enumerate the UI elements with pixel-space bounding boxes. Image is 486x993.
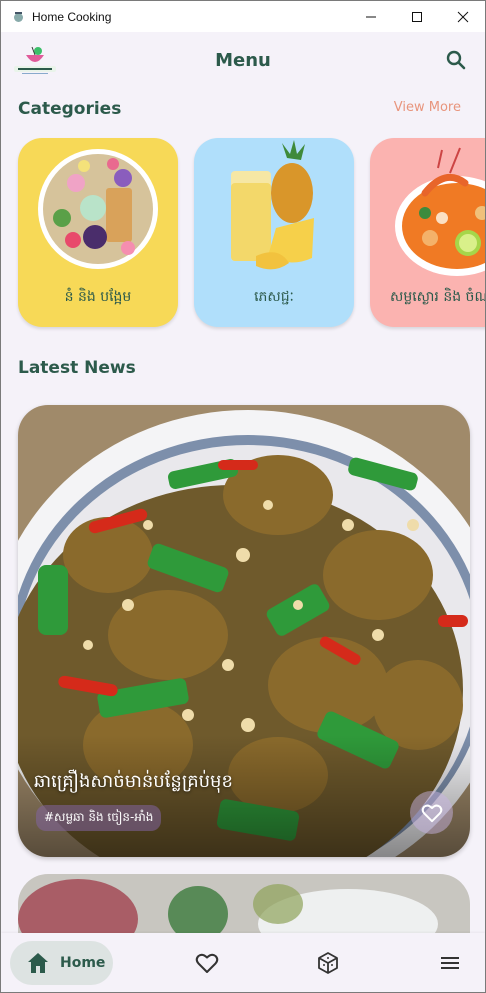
category-card-soups[interactable]: សម្លស្ងោរ និង ចំណ xyxy=(370,138,486,327)
category-label: សម្លស្ងោរ និង ចំណ xyxy=(390,289,486,305)
favorite-button[interactable] xyxy=(410,791,453,834)
nav-home-label: Home xyxy=(60,955,106,971)
categories-heading: Categories xyxy=(18,99,122,119)
page-title: Menu xyxy=(215,50,271,71)
close-button[interactable] xyxy=(440,1,485,32)
app-bar: Menu xyxy=(1,32,485,90)
news-tag-badge[interactable]: #សម្លឆា និង ចៀន-អាំង xyxy=(36,805,162,831)
heart-icon xyxy=(195,953,219,973)
category-card-desserts[interactable]: នំ និង បង្អែម xyxy=(18,138,178,327)
search-icon[interactable] xyxy=(445,49,467,71)
bottom-navigation: Home xyxy=(1,933,485,992)
nav-menu[interactable] xyxy=(438,951,462,975)
category-label: នំ និង បង្អែម xyxy=(64,289,132,305)
hamburger-menu-icon xyxy=(441,957,459,969)
nav-favorites[interactable] xyxy=(195,951,219,975)
app-window: Home Cooking Menu Categories View More ន… xyxy=(0,0,486,993)
heart-icon xyxy=(421,804,442,822)
app-icon xyxy=(12,10,25,23)
maximize-button[interactable] xyxy=(394,1,440,32)
category-card-drinks[interactable]: ភេសជ្ជៈ xyxy=(194,138,354,327)
news-title: ឆាគ្រឿងសាច់មាន់បន្លែគ្រប់មុខ xyxy=(34,771,233,792)
latest-news-heading: Latest News xyxy=(18,358,136,378)
nav-recipes[interactable] xyxy=(316,951,340,975)
home-icon xyxy=(28,953,48,973)
news-card[interactable]: ឆាគ្រឿងសាច់មាន់បន្លែគ្រប់មុខ #សម្លឆា និង… xyxy=(18,405,470,857)
cube-icon xyxy=(318,952,338,974)
window-title: Home Cooking xyxy=(32,9,112,24)
nav-home[interactable]: Home xyxy=(10,941,113,985)
minimize-button[interactable] xyxy=(348,1,394,32)
category-label: ភេសជ្ជៈ xyxy=(254,289,294,305)
view-more-link[interactable]: View More xyxy=(394,100,461,115)
window-titlebar: Home Cooking xyxy=(1,1,485,32)
